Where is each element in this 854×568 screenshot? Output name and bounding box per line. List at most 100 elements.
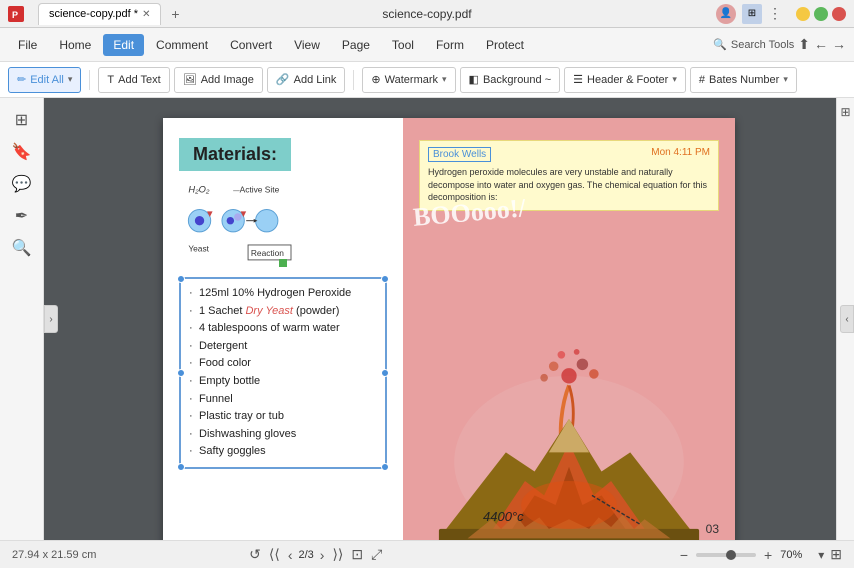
annotation-time: Mon 4:11 PM (651, 147, 710, 162)
menu-bar: File Home Edit Comment Convert View Page… (0, 28, 854, 62)
zoom-level: 70% (780, 549, 812, 561)
document-page: Materials: H₂O₂ Active Site (163, 118, 735, 540)
svg-text:P: P (12, 10, 18, 20)
zoom-dropdown-icon[interactable]: ▾ (818, 548, 824, 562)
temp-text: 4400°c (483, 509, 524, 524)
search-tools-label: Search Tools (731, 39, 794, 51)
list-item: Dishwashing gloves (189, 426, 377, 444)
nav-next-button[interactable]: › (318, 547, 327, 563)
back-icon[interactable]: ← (814, 36, 828, 53)
menu-protect[interactable]: Protect (476, 34, 534, 56)
add-image-icon: 🖼 (183, 73, 197, 86)
sel-handle-tr[interactable] (381, 275, 389, 283)
zoom-slider-thumb[interactable] (726, 550, 736, 560)
window-title: science-copy.pdf (382, 7, 471, 21)
title-bar-left: P science-copy.pdf * ✕ + (8, 3, 185, 25)
menu-page[interactable]: Page (332, 34, 380, 56)
collapse-right-button[interactable]: ‹ (840, 305, 854, 333)
menu-view[interactable]: View (284, 34, 330, 56)
active-tab[interactable]: science-copy.pdf * ✕ (38, 3, 161, 25)
nav-fit-button[interactable]: ⊡ (349, 546, 365, 563)
sidebar-icon-comment[interactable]: 💬 (10, 172, 34, 196)
add-image-button[interactable]: 🖼 Add Image (174, 67, 263, 93)
menu-form[interactable]: Form (426, 34, 474, 56)
highlight-dry-yeast: Dry Yeast (245, 305, 293, 317)
h2o2-svg: H₂O₂ Active Site (179, 181, 319, 266)
diagram-area: H₂O₂ Active Site (179, 181, 387, 271)
menu-convert[interactable]: Convert (220, 34, 282, 56)
separator-2 (353, 70, 354, 90)
materials-list-box: 125ml 10% Hydrogen Peroxide 1 Sachet Dry… (179, 277, 387, 469)
menu-edit[interactable]: Edit (103, 34, 144, 56)
watermark-icon: ⊕ (371, 73, 380, 86)
sel-handle-bl[interactable] (177, 463, 185, 471)
list-item: Detergent (189, 338, 377, 356)
edit-icon: ✏ (17, 73, 26, 86)
list-item: 125ml 10% Hydrogen Peroxide (189, 285, 377, 303)
zoom-slider-track (696, 553, 756, 557)
collapse-left-button[interactable]: › (44, 305, 58, 333)
bates-number-button[interactable]: # Bates Number ▾ (690, 67, 797, 93)
header-footer-button[interactable]: ☰ Header & Footer ▾ (564, 67, 686, 93)
close-button[interactable] (832, 7, 846, 21)
nav-expand-button[interactable]: ⤢ (369, 546, 384, 563)
share-icon[interactable]: ⬆ (798, 36, 810, 53)
sel-handle-br[interactable] (381, 463, 389, 471)
zoom-in-button[interactable]: + (762, 547, 774, 563)
forward-icon[interactable]: → (832, 36, 846, 53)
sidebar-icon-grid[interactable]: ⊞ (10, 108, 34, 132)
watermark-button[interactable]: ⊕ Watermark ▾ (362, 67, 455, 93)
zoom-area: − + 70% ▾ ⊞ (678, 546, 842, 563)
nav-prev-button[interactable]: ‹ (286, 547, 295, 563)
menu-home[interactable]: Home (49, 34, 101, 56)
svg-text:H₂O₂: H₂O₂ (188, 185, 210, 195)
sidebar-icon-bookmark[interactable]: 🔖 (10, 140, 34, 164)
tab-close-icon[interactable]: ✕ (142, 9, 150, 20)
page-right: Brook Wells Mon 4:11 PM Hydrogen peroxid… (403, 118, 735, 540)
menu-file[interactable]: File (8, 34, 47, 56)
add-link-button[interactable]: 🔗 Add Link (267, 67, 346, 93)
sel-handle-ml[interactable] (177, 369, 185, 377)
canvas-area: › Materials: H₂O₂ Active Site (44, 98, 854, 540)
edit-all-button[interactable]: ✏ Edit All ▾ (8, 67, 81, 93)
background-button[interactable]: ◧ Background ~ (460, 67, 561, 93)
list-item: 4 tablespoons of warm water (189, 320, 377, 338)
fit-page-icon[interactable]: ⊞ (830, 546, 842, 563)
zoom-out-button[interactable]: − (678, 547, 690, 563)
page-dimensions: 27.94 x 21.59 cm (12, 549, 96, 561)
sel-handle-mr[interactable] (381, 369, 389, 377)
bates-icon: # (699, 74, 705, 86)
nav-prev-prev-button[interactable]: ⟨⟨ (267, 546, 282, 563)
left-sidebar: ⊞ 🔖 💬 ✒ 🔍 (0, 98, 44, 540)
sidebar-icon-search[interactable]: 🔍 (10, 236, 34, 260)
search-tools[interactable]: 🔍 Search Tools (713, 38, 794, 51)
materials-list: 125ml 10% Hydrogen Peroxide 1 Sachet Dry… (189, 285, 377, 461)
right-sidebar-icon-1[interactable]: ⊞ (838, 104, 854, 120)
more-options-icon[interactable]: ⋮ (768, 5, 782, 22)
maximize-button[interactable] (814, 7, 828, 21)
menu-comment[interactable]: Comment (146, 34, 218, 56)
nav-first-button[interactable]: ↺ (247, 546, 263, 563)
list-item: Safty goggles (189, 443, 377, 461)
ext-icons: ⬆ ← → (798, 36, 846, 53)
edit-all-dropdown-icon: ▾ (68, 74, 73, 85)
rotate-handle[interactable] (279, 259, 287, 267)
background-icon: ◧ (469, 73, 479, 86)
new-tab-button[interactable]: + (165, 4, 185, 24)
menu-right: 🔍 Search Tools ⬆ ← → (713, 36, 846, 53)
separator-1 (89, 70, 90, 90)
tab-area: science-copy.pdf * ✕ + (38, 3, 185, 25)
sel-handle-tl[interactable] (177, 275, 185, 283)
list-item: 1 Sachet Dry Yeast (powder) (189, 303, 377, 321)
page-number: 03 (706, 522, 719, 536)
sidebar-icon-pen[interactable]: ✒ (10, 204, 34, 228)
search-icon: 🔍 (713, 38, 727, 51)
add-text-icon: T (107, 74, 114, 86)
nav-next-next-button[interactable]: ⟩⟩ (330, 546, 345, 563)
add-text-button[interactable]: T Add Text (98, 67, 169, 93)
menu-tool[interactable]: Tool (382, 34, 424, 56)
minimize-button[interactable] (796, 7, 810, 21)
tab-label: science-copy.pdf * (49, 8, 138, 20)
header-footer-dropdown-icon: ▾ (672, 74, 677, 85)
status-bar: 27.94 x 21.59 cm ↺ ⟨⟨ ‹ 2/3 › ⟩⟩ ⊡ ⤢ − +… (0, 540, 854, 568)
